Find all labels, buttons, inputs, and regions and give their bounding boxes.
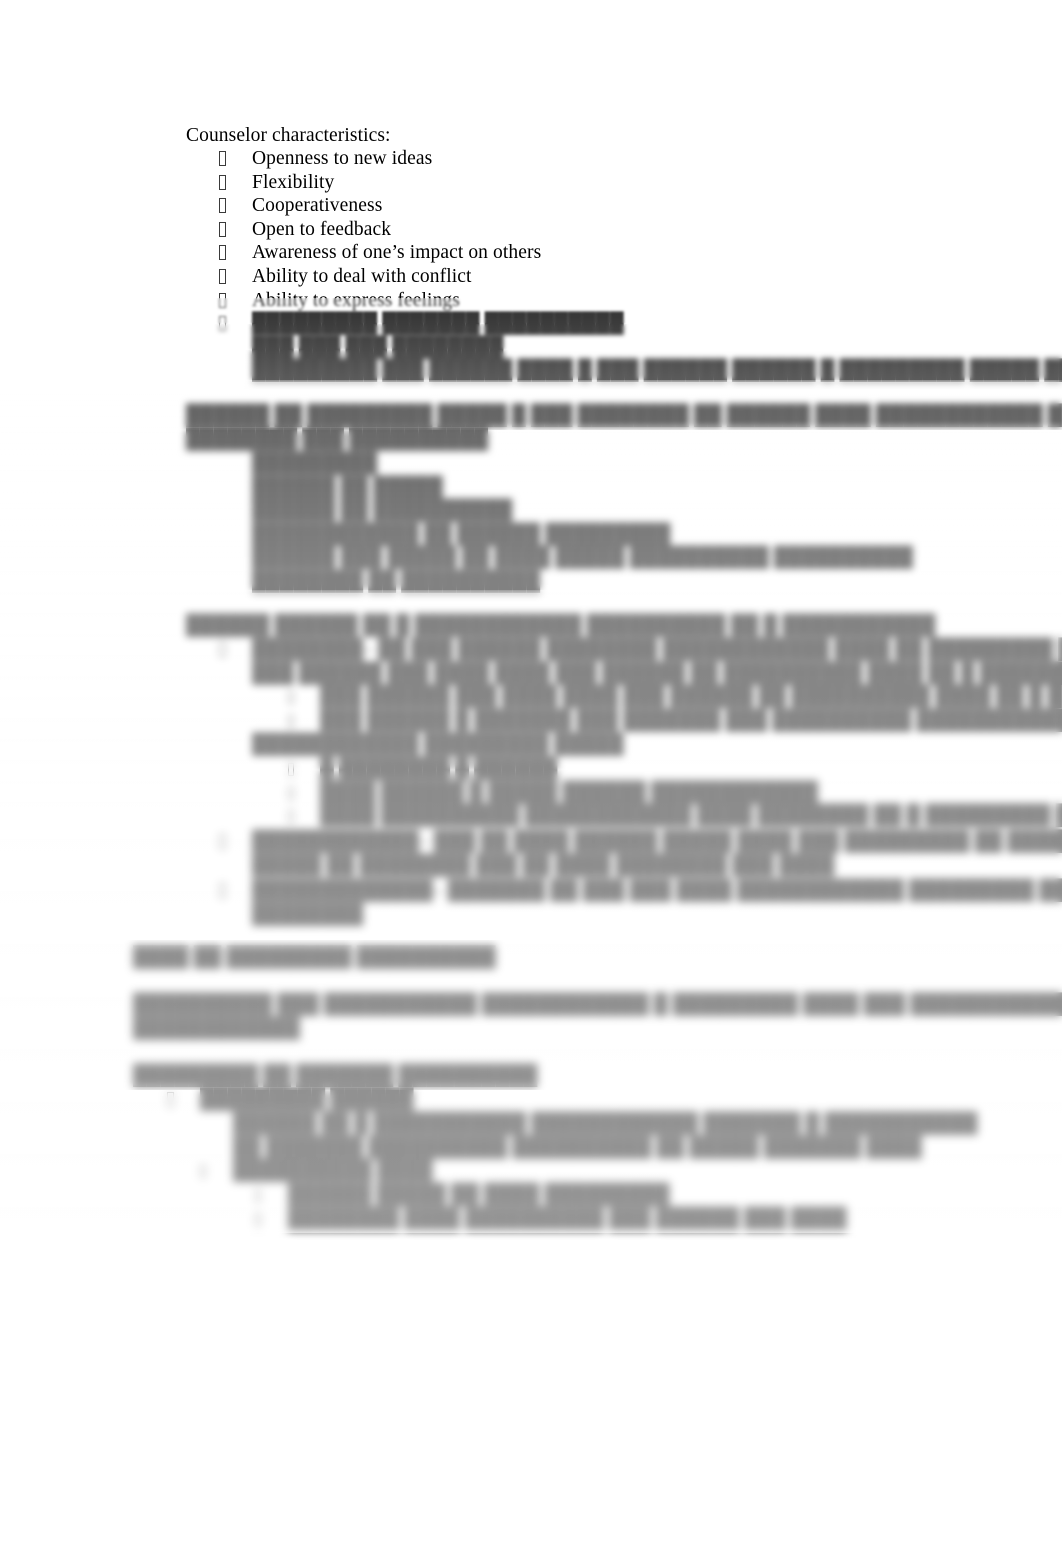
sublist-bullet bbox=[288, 685, 294, 709]
tofu-box-icon bbox=[219, 316, 226, 332]
sublist-item: █ ████████ █ ██████ bbox=[320, 758, 558, 779]
paragraph-line: ████████ ███ ██████████ bbox=[186, 428, 489, 450]
sublist-bullet bbox=[288, 804, 294, 828]
sublist-bullet bbox=[288, 781, 294, 805]
paragraph-line: ██████████ ███ ███████████ ████████████ … bbox=[133, 994, 1062, 1015]
paragraph-line: ████████████ bbox=[133, 1017, 300, 1039]
sublist-bullet bbox=[255, 1207, 261, 1231]
sublist-item: ████ ██████████ ████████████ ████ ██████… bbox=[320, 805, 1062, 827]
tofu-box-icon bbox=[288, 763, 294, 776]
list-item: ████████████ ██ ██████ █████████ bbox=[252, 523, 671, 545]
tofu-box-icon bbox=[288, 786, 294, 800]
tofu-box-icon bbox=[255, 1189, 261, 1202]
list-item: Openness to new ideas bbox=[252, 148, 433, 169]
tofu-box-icon bbox=[219, 269, 226, 284]
list-item: █████████ ███ ██████ ████ █ ███ ██████ █… bbox=[252, 360, 1062, 382]
document-page: Counselor characteristics: Openness to n… bbox=[0, 0, 1062, 1561]
list-bullet bbox=[219, 218, 226, 242]
list-item: ████████ ██ ██████████ bbox=[252, 571, 541, 592]
list-item-continuation: █████ ██ ████████ ███ ██ ████ ████████ █… bbox=[252, 854, 835, 876]
list-item: █████████ ███████ ██████████ bbox=[252, 313, 624, 335]
tofu-box-icon bbox=[200, 1165, 206, 1178]
list-item-label: ████████████ bbox=[252, 831, 419, 852]
tofu-box-icon bbox=[219, 642, 226, 657]
list-item-continuation: ███ ██████ ███ ████ ████ ███ ██████ ██ █… bbox=[252, 662, 1062, 684]
sublist-bullet bbox=[255, 1183, 261, 1207]
list-item-label: ████████████ █████████ █████ bbox=[252, 734, 624, 755]
tofu-box-icon bbox=[288, 691, 294, 705]
sublist-bullet bbox=[288, 757, 294, 781]
list-item: Awareness of one’s impact on others bbox=[252, 242, 542, 264]
list-bullet bbox=[219, 171, 226, 195]
tofu-box-icon bbox=[219, 883, 226, 898]
list-bullet bbox=[219, 638, 226, 662]
list-item-text: – ███████ ██ ███ ███ ████ ████████████ █… bbox=[432, 880, 1062, 901]
list-bullet bbox=[219, 289, 226, 313]
list-item: ██████ ██ ██████████ bbox=[252, 500, 513, 522]
sublist-item: ████ ██████ █ █████ ██████ ████████████ bbox=[320, 781, 819, 803]
list-item: Ability to deal with conflict bbox=[252, 266, 472, 287]
list-item-label: ████████ bbox=[252, 639, 364, 660]
list-item: ████████████ █████████ █████ bbox=[252, 733, 624, 757]
tofu-box-icon bbox=[219, 834, 226, 849]
tofu-box-icon bbox=[288, 810, 294, 824]
list-item-text: – ███ ██ ████ ██████ █████ ████ ███ ████… bbox=[419, 831, 1062, 852]
list-bullet bbox=[219, 265, 226, 289]
list-item: ██████ ███ █████ ██ ████ █████ █████████… bbox=[252, 547, 914, 569]
list-bullet bbox=[167, 1088, 174, 1112]
tofu-box-icon bbox=[167, 1092, 174, 1107]
list-item: Flexibility bbox=[252, 171, 335, 193]
list-bullet bbox=[219, 241, 226, 265]
sublist-item: ███ ██████ ███ ████ ████ ███ ██████ ██ █… bbox=[320, 686, 1062, 708]
sublist-item: ████████ ████ ██████████ ███ ██████ ███ … bbox=[288, 1207, 847, 1229]
list-item: █████████████– ███████ ██ ███ ███ ████ █… bbox=[252, 879, 1062, 903]
paragraph-line: ██████ ██ █████████ █████ █ ███ ████████… bbox=[186, 405, 1062, 426]
sublist-item: ███ ██████ █ ███████ ███ ███████ ███ ███… bbox=[320, 709, 1062, 731]
list-bullet bbox=[219, 312, 226, 336]
section-heading: █████████ ██ ███████ ██████████ bbox=[133, 1065, 538, 1086]
list-bullet bbox=[200, 1159, 206, 1183]
list-item: █████████ ██████ bbox=[200, 1089, 414, 1110]
list-item: Open to feedback bbox=[252, 218, 392, 240]
list-item-continuation: ████████ bbox=[252, 903, 364, 925]
tofu-box-icon bbox=[219, 292, 226, 308]
paragraph-line: ██████ ██████ ██ █ ████████████ ████████… bbox=[186, 615, 936, 636]
list-item: ████████████– ███ ██ ████ ██████ █████ █… bbox=[252, 830, 1062, 854]
list-item: Ability to express feelings bbox=[252, 289, 460, 311]
tofu-box-icon bbox=[219, 221, 226, 237]
list-item: Cooperativeness bbox=[252, 195, 383, 217]
list-bullet bbox=[219, 879, 226, 903]
section-heading: ████ ██ █████████ ██████████ bbox=[133, 947, 496, 968]
list-item-text: – ██ ███ ██████ ████████ ████████████ ██… bbox=[363, 639, 1062, 660]
list-item: █████████ bbox=[252, 453, 378, 474]
sublist-item: ██████ █████ ██ ████ █████████ bbox=[288, 1184, 670, 1205]
tofu-box-icon bbox=[288, 714, 294, 728]
list-bullet bbox=[219, 830, 226, 854]
list-bullet bbox=[219, 147, 226, 171]
tofu-box-icon bbox=[219, 198, 226, 214]
sublist-bullet bbox=[288, 709, 294, 733]
list-item: ████████– ██ ███ ██████ ████████ ███████… bbox=[252, 638, 1062, 662]
list-bullet bbox=[219, 194, 226, 218]
tofu-box-icon bbox=[219, 151, 226, 166]
list-item: ██████████ ████ bbox=[233, 1160, 433, 1181]
list-item: ███ ███ ███ ████████ bbox=[252, 336, 504, 358]
page-title: Counselor characteristics: bbox=[186, 125, 391, 146]
list-item: ██████ ██ █████ bbox=[252, 476, 443, 498]
tofu-box-icon bbox=[255, 1212, 261, 1226]
list-item-continuation: ██████ ██ █ ███████████ ████████████ ███… bbox=[233, 1113, 978, 1134]
list-item-continuation: ██ ███████ ██████████ ██████████ ██ ████… bbox=[233, 1136, 922, 1158]
tofu-box-icon bbox=[219, 174, 226, 190]
list-item-label: █████████████ bbox=[252, 880, 433, 901]
tofu-box-icon bbox=[219, 245, 226, 261]
